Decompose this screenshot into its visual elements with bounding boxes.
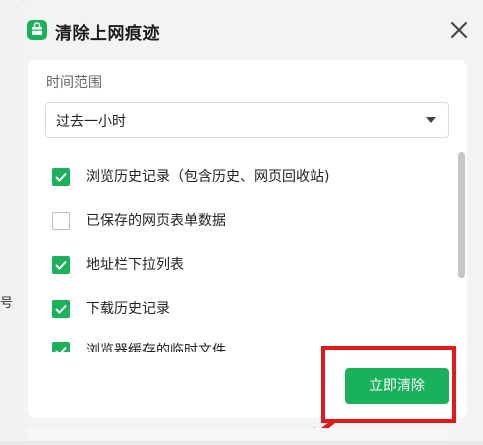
time-range-value: 过去一小时: [56, 114, 126, 130]
option-label: 浏览器缓存的临时文件: [86, 343, 226, 352]
checkbox-checked-icon[interactable]: [52, 168, 70, 186]
clear-options-list: 浏览历史记录（包含历史、网页回收站) 已保存的网页表单数据 地址栏下拉列表 下载…: [28, 152, 448, 352]
background-window: [0, 0, 22, 441]
checkbox-checked-icon[interactable]: [52, 300, 70, 318]
checkbox-unchecked-icon[interactable]: [52, 212, 70, 230]
background-text: 号: [0, 296, 14, 311]
time-range-select[interactable]: 过去一小时: [45, 102, 449, 138]
background-strip: [28, 428, 448, 441]
option-label: 浏览历史记录（包含历史、网页回收站): [86, 169, 330, 185]
option-label: 下载历史记录: [86, 301, 170, 317]
dialog-header: 清除上网痕迹: [22, 0, 483, 60]
checkbox-checked-icon[interactable]: [52, 256, 70, 274]
checkbox-checked-icon[interactable]: [52, 342, 70, 352]
option-label: 已保存的网页表单数据: [86, 213, 226, 229]
caret-down-icon: [426, 117, 436, 123]
highlight-box: [321, 346, 456, 423]
option-label: 地址栏下拉列表: [86, 257, 184, 273]
dialog-title: 清除上网痕迹: [55, 24, 160, 44]
close-icon[interactable]: [447, 18, 471, 42]
clean-bag-icon: [27, 20, 47, 40]
list-scrollbar[interactable]: [458, 152, 465, 278]
time-range-label: 时间范围: [46, 75, 102, 91]
